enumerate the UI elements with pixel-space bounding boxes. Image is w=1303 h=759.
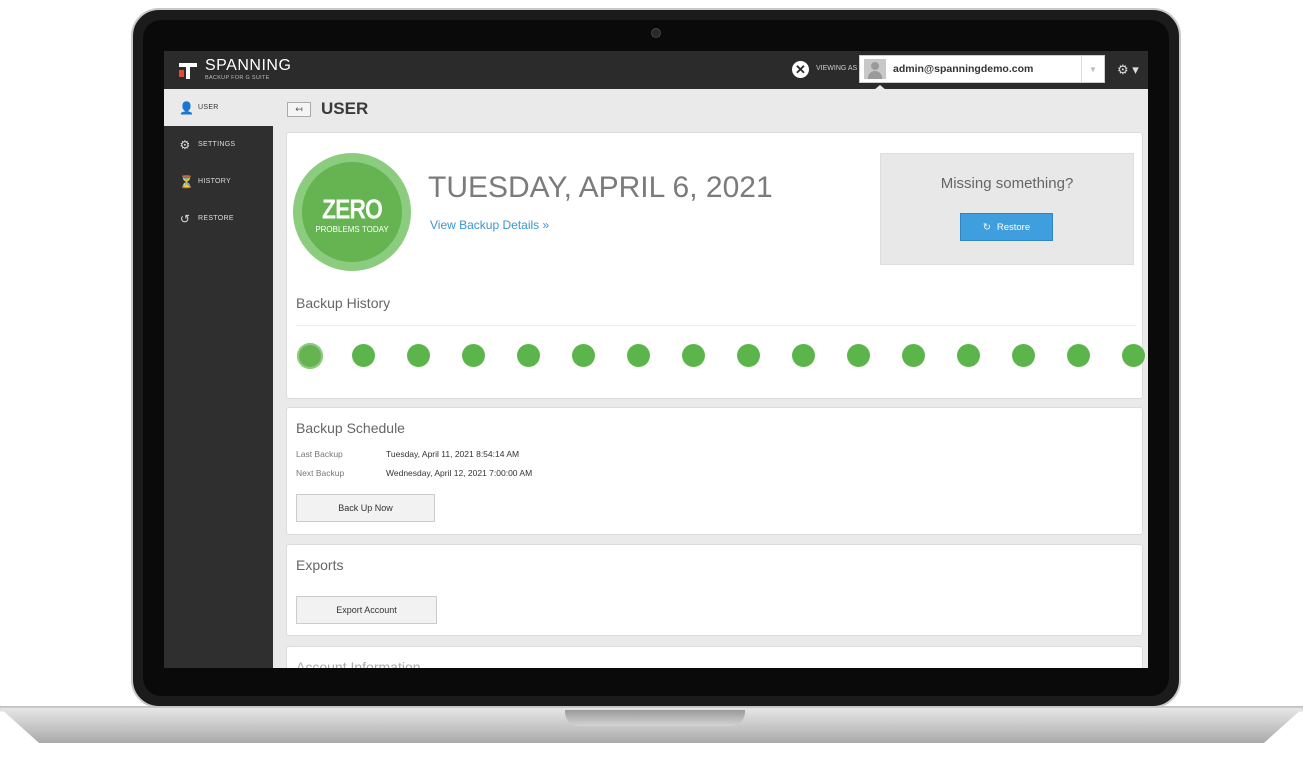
backup-history-dot[interactable]: [572, 344, 595, 367]
divider: [296, 325, 1136, 326]
exports-title: Exports: [296, 557, 344, 573]
backup-history-dot[interactable]: [1067, 344, 1090, 367]
backup-history-dot[interactable]: [517, 344, 540, 367]
next-backup-label: Next Backup: [296, 468, 345, 478]
history-icon: ⏳: [179, 174, 195, 189]
backup-history-dot[interactable]: [1122, 344, 1145, 367]
backup-schedule-card: Backup Schedule Last Backup Tuesday, Apr…: [286, 407, 1143, 535]
top-bar: SPANNING BACKUP FOR G SUITE ✕ VIEWING AS…: [164, 51, 1148, 90]
status-badge: ZERO PROBLEMS TODAY: [293, 153, 411, 271]
sidebar-item-user[interactable]: 👤 USER: [164, 89, 273, 126]
logo-icon: [179, 61, 197, 79]
app-screen: SPANNING BACKUP FOR G SUITE ✕ VIEWING AS…: [164, 51, 1148, 668]
gear-icon[interactable]: ⚙ ▾: [1117, 62, 1139, 78]
main-content: ↤ USER ZERO PROBLEMS TODAY TUESDAY, APRI…: [273, 89, 1148, 668]
backup-history-dot[interactable]: [407, 344, 430, 367]
sidebar-item-restore[interactable]: ↺ RESTORE: [164, 200, 273, 237]
brand-logo[interactable]: SPANNING BACKUP FOR G SUITE: [179, 58, 291, 82]
user-icon: 👤: [179, 100, 195, 115]
brand-subtitle: BACKUP FOR G SUITE: [205, 75, 270, 81]
account-information-title: Account Information: [296, 659, 421, 668]
chevron-down-icon[interactable]: ▼: [1081, 56, 1104, 82]
last-backup-row: Last Backup Tuesday, April 11, 2021 8:54…: [296, 449, 519, 459]
refresh-icon: ↻: [982, 221, 991, 233]
backup-history-dots: [297, 343, 1145, 372]
camera-icon: [651, 28, 661, 38]
sidebar-item-label: RESTORE: [198, 215, 234, 222]
missing-prompt: Missing something?: [940, 175, 1074, 192]
settings-icon: ⚙: [179, 137, 191, 152]
status-badge-subtitle: PROBLEMS TODAY: [315, 225, 389, 234]
last-backup-value: Tuesday, April 11, 2021 8:54:14 AM: [386, 449, 520, 459]
export-account-button[interactable]: Export Account: [296, 596, 437, 624]
restore-button-label: Restore: [996, 221, 1031, 233]
backup-history-dot[interactable]: [957, 344, 980, 367]
next-backup-row: Next Backup Wednesday, April 12, 2021 7:…: [296, 468, 532, 478]
backup-history-dot[interactable]: [737, 344, 760, 367]
avatar: [864, 59, 886, 79]
user-select[interactable]: admin@spanningdemo.com ▼: [859, 55, 1105, 83]
sidebar: 👤 USER ⚙ SETTINGS ⏳ HISTORY ↺ RESTORE: [164, 89, 273, 668]
sidebar-item-label: HISTORY: [198, 178, 231, 185]
backup-history-dot[interactable]: [902, 344, 925, 367]
status-badge-title: ZERO: [322, 193, 383, 225]
backup-history-dot[interactable]: [847, 344, 870, 367]
brand-title: SPANNING: [205, 57, 292, 74]
last-backup-label: Last Backup: [296, 449, 343, 459]
backup-history-dot[interactable]: [352, 344, 375, 367]
back-up-now-button[interactable]: Back Up Now: [296, 494, 435, 522]
sidebar-item-settings[interactable]: ⚙ SETTINGS: [164, 126, 273, 163]
backup-history-dot[interactable]: [1012, 344, 1035, 367]
restore-icon: ↺: [179, 211, 191, 226]
sidebar-item-label: SETTINGS: [198, 141, 236, 148]
laptop-notch: [565, 710, 745, 726]
account-information-card: Account Information: [286, 646, 1143, 668]
status-date: TUESDAY, APRIL 6, 2021: [428, 171, 773, 204]
backup-history-dot[interactable]: [297, 343, 323, 369]
restore-button[interactable]: ↻ Restore: [960, 213, 1053, 241]
sidebar-item-label: USER: [198, 104, 219, 111]
user-email: admin@spanningdemo.com: [893, 63, 1034, 75]
backup-history-dot[interactable]: [462, 344, 485, 367]
page-title: USER: [321, 99, 369, 118]
exports-card: Exports Export Account: [286, 544, 1143, 636]
back-arrow-icon[interactable]: ↤: [287, 101, 311, 117]
sidebar-item-history[interactable]: ⏳ HISTORY: [164, 163, 273, 200]
viewing-as-label: VIEWING AS: [816, 65, 858, 72]
backup-history-title: Backup History: [296, 295, 391, 311]
backup-history-dot[interactable]: [682, 344, 705, 367]
status-card: ZERO PROBLEMS TODAY TUESDAY, APRIL 6, 20…: [286, 132, 1145, 399]
page-header: ↤ USER: [273, 89, 1148, 129]
backup-history-dot[interactable]: [627, 344, 650, 367]
restore-panel: Missing something? ↻ Restore: [880, 153, 1134, 265]
backup-schedule-title: Backup Schedule: [296, 420, 405, 436]
view-backup-details-link[interactable]: View Backup Details »: [430, 218, 549, 232]
next-backup-value: Wednesday, April 12, 2021 7:00:00 AM: [386, 468, 533, 478]
close-icon[interactable]: ✕: [792, 61, 809, 78]
backup-history-dot[interactable]: [792, 344, 815, 367]
